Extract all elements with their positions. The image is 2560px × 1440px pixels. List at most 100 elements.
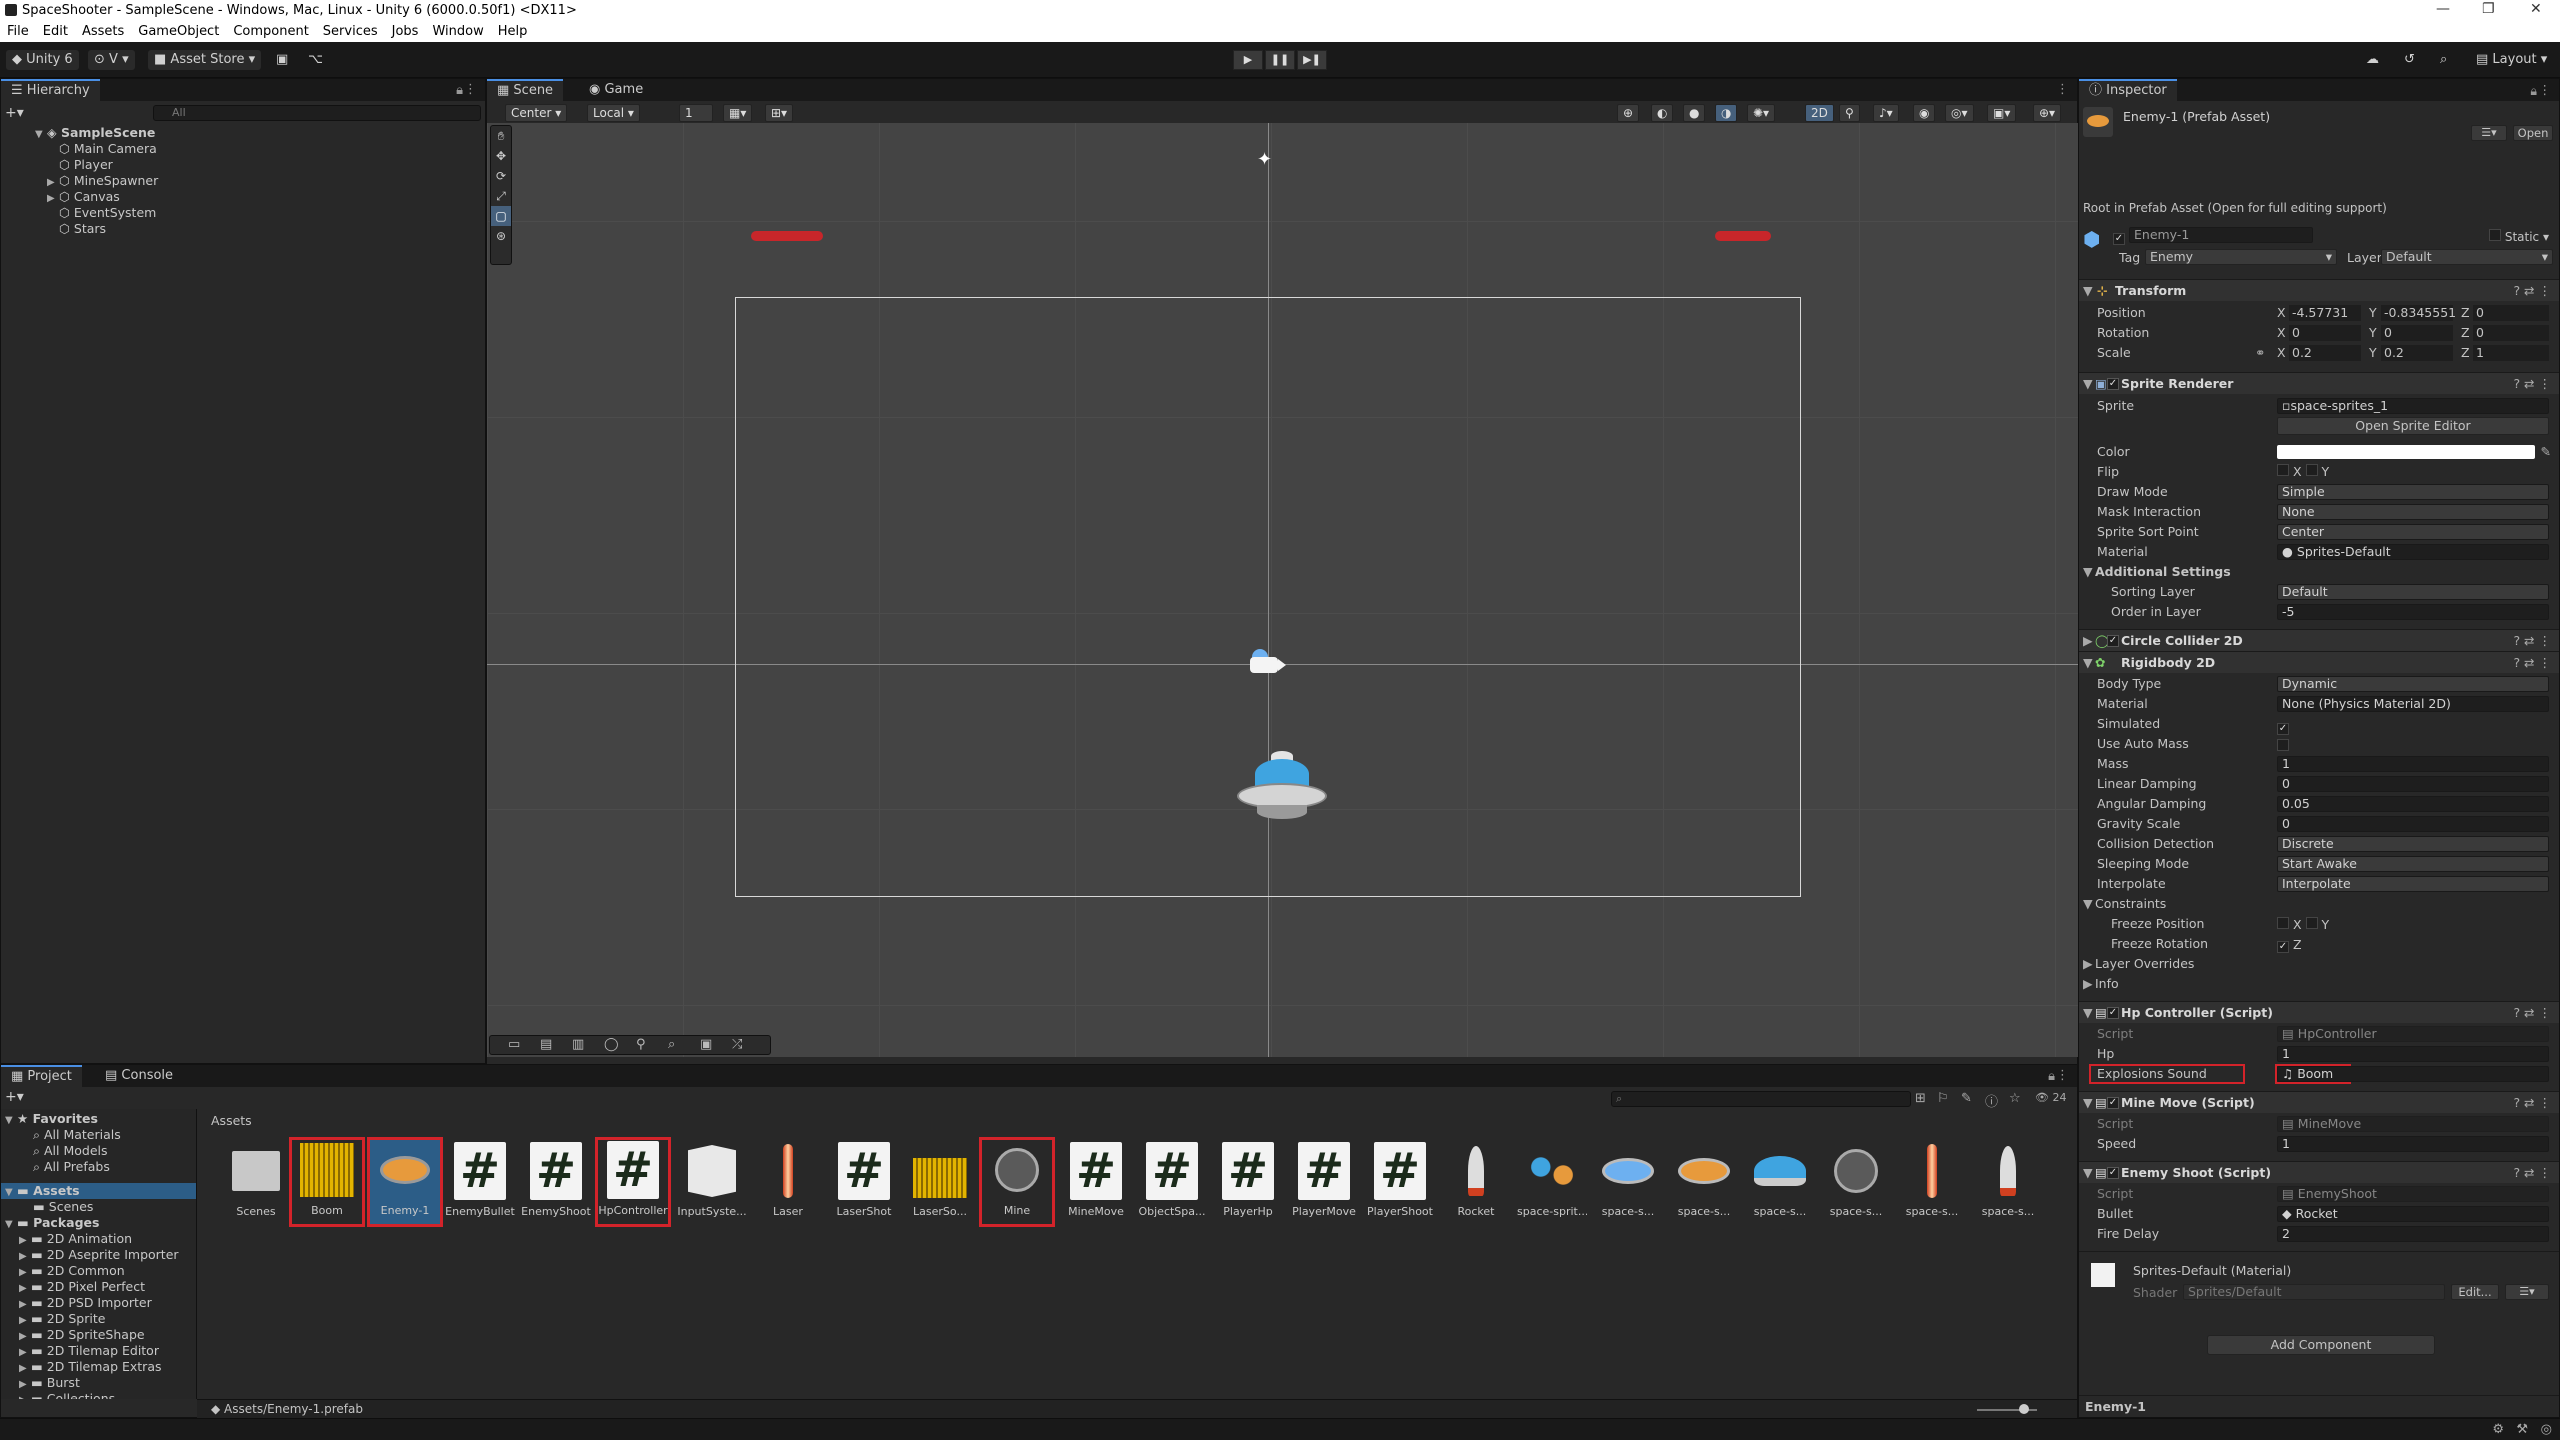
maximize-icon[interactable]: ❐ bbox=[2482, 1, 2495, 17]
pivot-dropdown[interactable]: Center ▾ bbox=[505, 104, 568, 122]
package-item[interactable]: ▶ ▬ Burst bbox=[19, 1375, 196, 1391]
folder-scenes[interactable]: ▬ Scenes bbox=[33, 1199, 196, 1215]
expand-arrow-icon[interactable]: ▼ bbox=[35, 127, 47, 143]
rotate-tool-icon[interactable]: ⟳ bbox=[491, 166, 511, 186]
position-x-input[interactable]: -4.57731 bbox=[2289, 305, 2361, 321]
hp-controller-enabled-checkbox[interactable]: ✓ bbox=[2107, 1007, 2119, 1019]
notifications-icon[interactable]: ◎ bbox=[2541, 1422, 2552, 1437]
package-item[interactable]: ▶ ▬ 2D Animation bbox=[19, 1231, 196, 1247]
hierarchy-item-eventsystem[interactable]: ⬡ EventSystem bbox=[59, 205, 485, 221]
hidden-objects-icon[interactable]: ◎▾ bbox=[1945, 104, 1974, 122]
component-menu-icon[interactable]: ? ⇄ ⋮ bbox=[2513, 1092, 2551, 1114]
toggle-2d-button[interactable]: 2D bbox=[1805, 104, 1834, 122]
asset-enemy-1[interactable]: Enemy-1 bbox=[367, 1137, 443, 1227]
render-mode-icon[interactable]: ✺▾ bbox=[1747, 104, 1776, 122]
close-icon[interactable]: ✕ bbox=[2530, 1, 2542, 17]
eraser-icon[interactable]: ⌕ bbox=[668, 1037, 675, 1052]
player-ship-sprite[interactable] bbox=[1237, 751, 1329, 831]
slider-thumb[interactable] bbox=[2019, 1404, 2029, 1414]
lock-icon[interactable]: 🔒︎ bbox=[2530, 83, 2537, 99]
additional-settings-foldout[interactable]: ▼ Additional Settings bbox=[2079, 563, 2559, 581]
fill-icon[interactable]: ▣ bbox=[700, 1037, 712, 1052]
step-button[interactable]: ▶❚ bbox=[1297, 50, 1327, 70]
foldout-arrow-icon[interactable]: ▼ bbox=[2083, 1002, 2093, 1024]
asset-space-sprite-3[interactable]: space-s... bbox=[1745, 1141, 1815, 1221]
asset-lasershot[interactable]: # LaserShot bbox=[829, 1141, 899, 1221]
component-menu-icon[interactable]: ? ⇄ ⋮ bbox=[2513, 1162, 2551, 1184]
linear-damping-input[interactable]: 0 bbox=[2277, 776, 2549, 792]
scale-z-input[interactable]: 1 bbox=[2473, 345, 2549, 361]
mask-interaction-dropdown[interactable]: None bbox=[2277, 504, 2549, 520]
component-menu-icon[interactable]: ? ⇄ ⋮ bbox=[2513, 630, 2551, 652]
asset-enemyshoot[interactable]: # EnemyShoot bbox=[521, 1141, 591, 1221]
component-menu-icon[interactable]: ? ⇄ ⋮ bbox=[2513, 1002, 2551, 1024]
asset-store-button[interactable]: ■ Asset Store ▾ bbox=[148, 50, 262, 70]
static-toggle[interactable]: Static ▾ bbox=[2489, 229, 2549, 244]
scale-tool-icon[interactable]: ⤢ bbox=[491, 186, 511, 206]
menu-help[interactable]: Help bbox=[491, 22, 535, 39]
history-icon[interactable]: ↺ bbox=[2398, 50, 2421, 70]
menu-component[interactable]: Component bbox=[226, 22, 315, 39]
shading-textured-icon[interactable]: ◑ bbox=[1715, 104, 1738, 122]
foldout-arrow-icon[interactable]: ▼ bbox=[2083, 280, 2093, 302]
hierarchy-item-main-camera[interactable]: ⬡ Main Camera bbox=[59, 141, 485, 157]
material-options-icon[interactable]: ☰▾ bbox=[2505, 1284, 2549, 1300]
minimize-icon[interactable]: — bbox=[2436, 1, 2450, 17]
hierarchy-item-minespawner[interactable]: ▶ ⬡ MineSpawner bbox=[47, 173, 485, 189]
component-menu-icon[interactable]: ? ⇄ ⋮ bbox=[2513, 373, 2551, 395]
tag-dropdown[interactable]: Enemy ▾ bbox=[2145, 249, 2337, 265]
asset-hpcontroller[interactable]: # HpController bbox=[595, 1137, 671, 1227]
hierarchy-item-canvas[interactable]: ▶ ⬡ Canvas bbox=[47, 189, 485, 205]
tab-hierarchy[interactable]: ☰ Hierarchy bbox=[1, 79, 100, 101]
fire-delay-input[interactable]: 2 bbox=[2277, 1226, 2549, 1242]
simulated-checkbox[interactable]: ✓ bbox=[2277, 723, 2289, 735]
color-swatch[interactable] bbox=[2277, 445, 2535, 459]
rotation-x-input[interactable]: 0 bbox=[2289, 325, 2361, 341]
interpolate-dropdown[interactable]: Interpolate bbox=[2277, 876, 2549, 892]
scale-x-input[interactable]: 0.2 bbox=[2289, 345, 2361, 361]
add-object-button[interactable]: +▾ bbox=[5, 105, 24, 121]
kebab-menu-icon[interactable]: ⋮ bbox=[464, 82, 477, 97]
favorite-all-materials[interactable]: ⌕ All Materials bbox=[33, 1127, 196, 1143]
rotation-z-input[interactable]: 0 bbox=[2473, 325, 2549, 341]
enemy-shoot-header[interactable]: ▼ ▤ ✓ Enemy Shoot (Script)? ⇄ ⋮ bbox=[2079, 1161, 2559, 1183]
scene-viewport[interactable]: ✋︎ ✥ ⟳ ⤢ ▢ ⊛ ✦ bbox=[487, 123, 2079, 1057]
flip-x-checkbox[interactable] bbox=[2277, 464, 2289, 476]
freeze-rot-z-checkbox[interactable]: ✓ bbox=[2277, 941, 2289, 953]
asset-playerhp[interactable]: # PlayerHp bbox=[1213, 1141, 1283, 1221]
foldout-arrow-icon[interactable]: ▼ bbox=[2083, 1092, 2093, 1114]
component-menu-icon[interactable]: ? ⇄ ⋮ bbox=[2513, 652, 2551, 674]
asset-enemybullet[interactable]: # EnemyBullet bbox=[445, 1141, 515, 1221]
layer-overrides-foldout[interactable]: ▶ Layer Overrides bbox=[2079, 955, 2559, 973]
asset-minemove[interactable]: # MineMove bbox=[1061, 1141, 1131, 1221]
collision-detection-dropdown[interactable]: Discrete bbox=[2277, 836, 2549, 852]
picker-icon[interactable]: ⚲ bbox=[636, 1037, 646, 1052]
branch-sync-icon[interactable]: ⌥ bbox=[302, 50, 329, 70]
package-item[interactable]: ▶ ▬ 2D Aseprite Importer bbox=[19, 1247, 196, 1263]
shading-solid-icon[interactable]: ● bbox=[1683, 104, 1706, 122]
link-scale-icon[interactable]: ⚭ bbox=[2255, 344, 2265, 362]
move-tool-icon[interactable]: ✥ bbox=[491, 146, 511, 166]
tab-game[interactable]: ◉ Game bbox=[579, 79, 653, 101]
asset-space-sprite-6[interactable]: space-s... bbox=[1973, 1141, 2043, 1221]
menu-file[interactable]: File bbox=[0, 22, 36, 39]
hand-tool-icon[interactable]: ✋︎ bbox=[491, 126, 511, 146]
asset-playermove[interactable]: # PlayerMove bbox=[1289, 1141, 1359, 1221]
pause-button[interactable]: ❚❚ bbox=[1265, 50, 1295, 70]
order-in-layer-input[interactable]: -5 bbox=[2277, 604, 2549, 620]
component-menu-icon[interactable]: ? ⇄ ⋮ bbox=[2513, 280, 2551, 302]
favorite-all-prefabs[interactable]: ⌕ All Prefabs bbox=[33, 1159, 196, 1175]
asset-space-sprite-2[interactable]: space-s... bbox=[1669, 1141, 1739, 1221]
prefab-options-icon[interactable]: ☰▾ bbox=[2471, 125, 2507, 141]
expand-arrow-icon[interactable]: ▶ bbox=[47, 191, 59, 207]
brush-icon[interactable]: ▥ bbox=[572, 1037, 584, 1052]
eyedropper-icon[interactable]: ✎ bbox=[2541, 443, 2551, 461]
hp-input[interactable]: 1 bbox=[2277, 1046, 2549, 1062]
static-checkbox[interactable] bbox=[2489, 229, 2502, 241]
expand-arrow-icon[interactable]: ▼ bbox=[5, 1113, 17, 1129]
asset-boom[interactable]: Boom bbox=[289, 1137, 365, 1227]
tools-overlay-icon[interactable]: ▣▾ bbox=[1987, 104, 2017, 122]
audio-icon[interactable]: ♪▾ bbox=[1873, 104, 1899, 122]
menu-edit[interactable]: Edit bbox=[36, 22, 75, 39]
hierarchy-scene-root[interactable]: ▼ ◈ SampleScene bbox=[35, 125, 485, 141]
